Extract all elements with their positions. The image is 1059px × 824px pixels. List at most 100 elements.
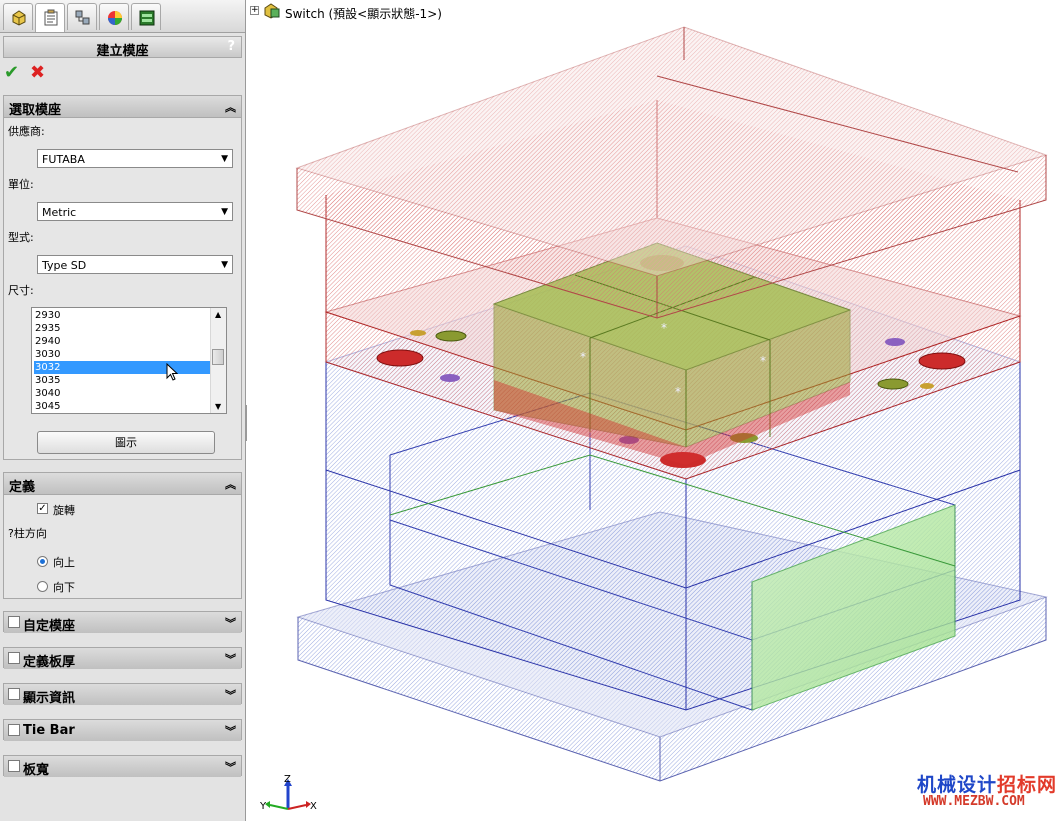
section-checkbox[interactable] — [8, 652, 20, 664]
ok-button[interactable]: ✔ — [4, 62, 19, 84]
help-icon[interactable]: ? — [227, 39, 235, 54]
chevron-down-icon[interactable]: ︾ — [225, 687, 236, 703]
direction-up-radio[interactable] — [37, 556, 48, 567]
section-title: 自定模座 — [23, 619, 76, 634]
display-manager-icon — [108, 11, 122, 25]
axis-x-label: X — [310, 801, 317, 812]
tie-bar-header[interactable]: Tie Bar ︾ — [4, 720, 241, 741]
direction-down-label: 向下 — [53, 581, 75, 594]
list-item[interactable]: 2935 — [34, 322, 211, 335]
custom-mold-base-section[interactable]: 自定模座 ︾ — [3, 611, 242, 634]
chevron-down-icon[interactable]: ︾ — [225, 759, 236, 775]
tab-feature-manager[interactable] — [3, 3, 33, 30]
property-manager-icon — [44, 9, 58, 26]
cancel-button[interactable]: ✖ — [30, 62, 45, 84]
unit-label: 單位: — [8, 178, 34, 191]
define-header[interactable]: 定義 ︽ — [4, 473, 241, 495]
feature-manager-icon — [12, 10, 26, 26]
unit-select[interactable]: Metric ▼ — [37, 202, 233, 221]
assembly-icon — [264, 3, 280, 19]
axis-z-label: Z — [284, 774, 291, 785]
plate-width-section[interactable]: 板寬 ︾ — [3, 755, 242, 778]
section-title: 定義板厚 — [23, 655, 76, 670]
chevron-down-icon[interactable]: ︾ — [225, 723, 236, 739]
type-value: Type SD — [42, 259, 87, 272]
select-mold-base-header[interactable]: 選取模座 ︽ — [4, 96, 241, 118]
dropdown-arrow-icon: ▼ — [221, 207, 228, 217]
mold-base-3d-model[interactable]: * * * * — [247, 0, 1059, 821]
supplier-select[interactable]: FUTABA ▼ — [37, 149, 233, 168]
chevron-up-icon[interactable]: ︽ — [225, 476, 236, 492]
select-mold-base-section: 選取模座 ︽ 供應商: FUTABA ▼ 單位: Metric ▼ 型式: Ty… — [3, 95, 242, 460]
plate-thickness-section[interactable]: 定義板厚 ︾ — [3, 647, 242, 670]
size-list-scrollbar[interactable]: ▲ ▼ — [210, 308, 226, 413]
watermark-text: 机械设计招标网 — [917, 770, 1057, 797]
section-title: 顯示資訊 — [23, 691, 76, 706]
size-label: 尺寸: — [8, 284, 34, 297]
axis-y-label: Y — [259, 801, 267, 812]
section-checkbox[interactable] — [8, 760, 20, 772]
origin-marker: * — [675, 385, 681, 399]
list-item[interactable]: 3035 — [34, 374, 211, 387]
rotate-checkbox[interactable]: ✓ — [37, 503, 48, 514]
tab-mold-base[interactable] — [131, 3, 161, 30]
graphics-viewport[interactable]: * * * * — [247, 0, 1059, 821]
plate-thickness-header[interactable]: 定義板厚 ︾ — [4, 648, 241, 670]
list-item[interactable]: 2940 — [34, 335, 211, 348]
type-label: 型式: — [8, 231, 34, 244]
scroll-down-icon[interactable]: ▼ — [215, 402, 221, 411]
plate-width-header[interactable]: 板寬 ︾ — [4, 756, 241, 778]
section-title: 選取模座 — [9, 103, 62, 118]
tab-property-manager[interactable] — [35, 3, 65, 32]
supplier-label: 供應商: — [8, 125, 45, 138]
section-checkbox[interactable] — [8, 724, 20, 736]
scrollbar-thumb[interactable] — [212, 349, 224, 365]
mouse-cursor-icon — [166, 363, 178, 381]
define-section: 定義 ︽ ✓ 旋轉 ?柱方向 向上 向下 — [3, 472, 242, 599]
direction-down-radio[interactable] — [37, 581, 48, 592]
section-title: 板寬 — [23, 763, 50, 778]
section-title: 定義 — [9, 480, 36, 495]
direction-up-label: 向上 — [53, 556, 75, 569]
axis-triad: Z X Y — [259, 774, 317, 812]
property-manager-title-bar: 建立模座 ? — [3, 36, 242, 59]
origin-marker: * — [760, 354, 766, 368]
rotate-label: 旋轉 — [53, 504, 75, 517]
expand-icon[interactable]: + — [250, 6, 259, 15]
show-preview-button[interactable]: 圖示 — [37, 431, 215, 454]
list-item-selected[interactable]: 3032 — [34, 361, 211, 374]
tie-bar-section[interactable]: Tie Bar ︾ — [3, 719, 242, 741]
tree-node-label: Switch (預設<顯示狀態-1>) — [285, 7, 442, 21]
chevron-down-icon[interactable]: ︾ — [225, 651, 236, 667]
list-item[interactable]: 3030 — [34, 348, 211, 361]
chevron-up-icon[interactable]: ︽ — [225, 99, 236, 115]
section-checkbox[interactable] — [8, 616, 20, 628]
configuration-manager-icon — [75, 10, 90, 25]
mold-base-icon — [139, 10, 155, 26]
scroll-up-icon[interactable]: ▲ — [215, 310, 221, 319]
watermark-url: WWW.MEZBW.COM — [923, 794, 1025, 809]
section-title: Tie Bar — [23, 723, 75, 738]
type-select[interactable]: Type SD ▼ — [37, 255, 233, 274]
dropdown-arrow-icon: ▼ — [221, 154, 228, 164]
unit-value: Metric — [42, 206, 77, 219]
watermark-part-1: 机械设计 — [917, 774, 998, 796]
list-item[interactable]: 3045 — [34, 400, 211, 413]
section-checkbox[interactable] — [8, 688, 20, 700]
watermark-part-2: 招标网 — [997, 774, 1058, 796]
custom-mold-base-header[interactable]: 自定模座 ︾ — [4, 612, 241, 634]
list-item[interactable]: 3040 — [34, 387, 211, 400]
dropdown-arrow-icon: ▼ — [221, 260, 228, 270]
page-title: 建立模座 — [96, 44, 149, 59]
tab-configuration-manager[interactable] — [67, 3, 97, 30]
tab-display-manager[interactable] — [99, 3, 129, 30]
origin-marker: * — [580, 350, 586, 364]
list-item[interactable]: 2930 — [34, 309, 211, 322]
origin-marker: * — [661, 321, 667, 335]
display-info-section[interactable]: 顯示資訊 ︾ — [3, 683, 242, 706]
chevron-down-icon[interactable]: ︾ — [225, 615, 236, 631]
size-listbox[interactable]: 2930 2935 2940 3030 3032 3035 3040 3045 … — [31, 307, 227, 414]
supplier-value: FUTABA — [42, 153, 85, 166]
display-info-header[interactable]: 顯示資訊 ︾ — [4, 684, 241, 706]
property-manager-panel: 建立模座 ? ✔ ✖ 選取模座 ︽ 供應商: FUTABA ▼ 單位: Metr… — [0, 0, 246, 821]
